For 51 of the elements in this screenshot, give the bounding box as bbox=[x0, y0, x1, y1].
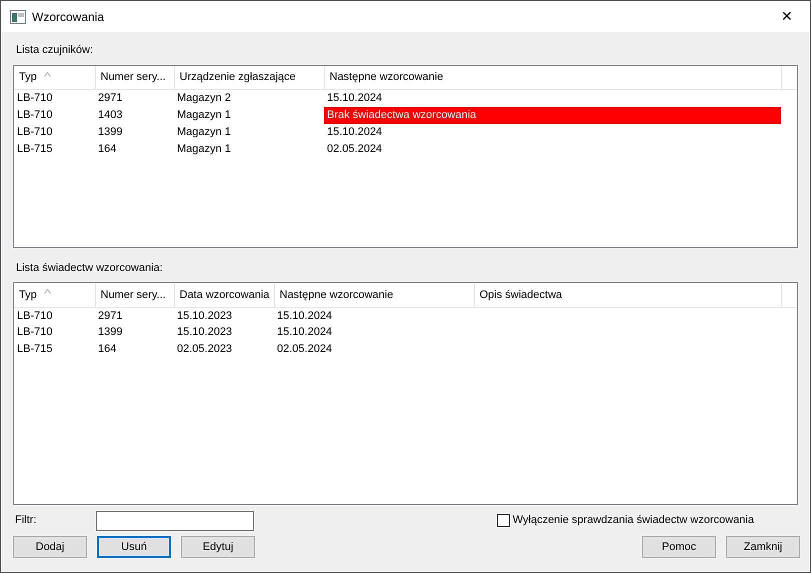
table-cell-text: 02.05.2024 bbox=[276, 342, 334, 358]
dialog-button[interactable]: Zamknij bbox=[726, 536, 800, 558]
table-cell-text: LB-715 bbox=[16, 342, 54, 358]
table-cell-text: Magazyn 1 bbox=[176, 142, 232, 157]
table-cell-text: LB-710 bbox=[16, 108, 54, 123]
close-button[interactable]: ✕ bbox=[764, 1, 810, 32]
column-header[interactable]: Numer sery... bbox=[100, 71, 166, 83]
table-cell-text: 164 bbox=[97, 342, 118, 358]
table-cell: LB-710 bbox=[14, 307, 95, 324]
table-cell-text: 164 bbox=[97, 142, 118, 157]
table-cell-text: LB-715 bbox=[16, 142, 54, 157]
dialog-button[interactable]: Dodaj bbox=[13, 536, 87, 558]
table-cell: 2971 bbox=[95, 307, 174, 324]
table-cell: LB-710 bbox=[14, 90, 95, 106]
dialog-button[interactable]: Pomoc bbox=[642, 536, 716, 558]
table-cell: 15.10.2024 bbox=[324, 124, 781, 140]
window-title: Wzorcowania bbox=[32, 8, 104, 26]
column-header[interactable]: Urządzenie zgłaszające bbox=[180, 71, 296, 83]
table-cell: 15.10.2024 bbox=[324, 90, 781, 106]
column-header[interactable]: Data wzorcowania bbox=[180, 288, 270, 300]
table-cell: Magazyn 1 bbox=[174, 106, 324, 124]
window-icon bbox=[10, 10, 26, 24]
filter-label: Filtr: bbox=[14, 513, 38, 528]
table-cell-text: 1399 bbox=[97, 124, 124, 140]
column-header[interactable]: Numer sery... bbox=[100, 288, 166, 300]
column-header[interactable]: Opis świadectwa bbox=[480, 288, 562, 300]
table-cell: 15.10.2024 bbox=[274, 307, 474, 324]
table-cell-text: LB-710 bbox=[16, 325, 54, 340]
table-cell-text: 15.10.2023 bbox=[176, 325, 234, 340]
table-cell-text: 1399 bbox=[97, 325, 124, 340]
table-cell-text: 15.10.2024 bbox=[276, 325, 334, 340]
column-header[interactable]: Typ bbox=[19, 288, 37, 300]
filter-field[interactable] bbox=[96, 510, 254, 530]
table-cell: 15.10.2023 bbox=[174, 307, 274, 324]
section-label: Lista czujników: bbox=[15, 43, 94, 58]
table-cell-text: 1403 bbox=[97, 108, 124, 123]
table-cell-text: LB-710 bbox=[16, 124, 54, 140]
column-header[interactable]: Następne wzorcowanie bbox=[280, 288, 394, 300]
checkbox-label[interactable]: Wyłączenie sprawdzania świadectw wzorcowania bbox=[512, 512, 754, 529]
column-header[interactable]: Typ bbox=[19, 71, 37, 83]
table-cell: Brak świadectwa wzorcowania bbox=[324, 106, 781, 124]
column-header[interactable]: Następne wzorcowanie bbox=[330, 71, 444, 83]
dialog-button[interactable]: Edytuj bbox=[181, 536, 255, 558]
table-cell: 2971 bbox=[95, 90, 174, 106]
table-cell: Magazyn 2 bbox=[174, 90, 324, 106]
checkbox[interactable] bbox=[496, 514, 510, 527]
table-cell-text: 02.05.2024 bbox=[326, 142, 384, 157]
section-label: Lista świadectw wzorcowania: bbox=[15, 260, 164, 276]
table-cell: Magazyn 1 bbox=[174, 124, 324, 140]
table-cell-text: 02.05.2023 bbox=[176, 342, 234, 358]
dialog-button[interactable]: Usuń bbox=[97, 536, 171, 558]
